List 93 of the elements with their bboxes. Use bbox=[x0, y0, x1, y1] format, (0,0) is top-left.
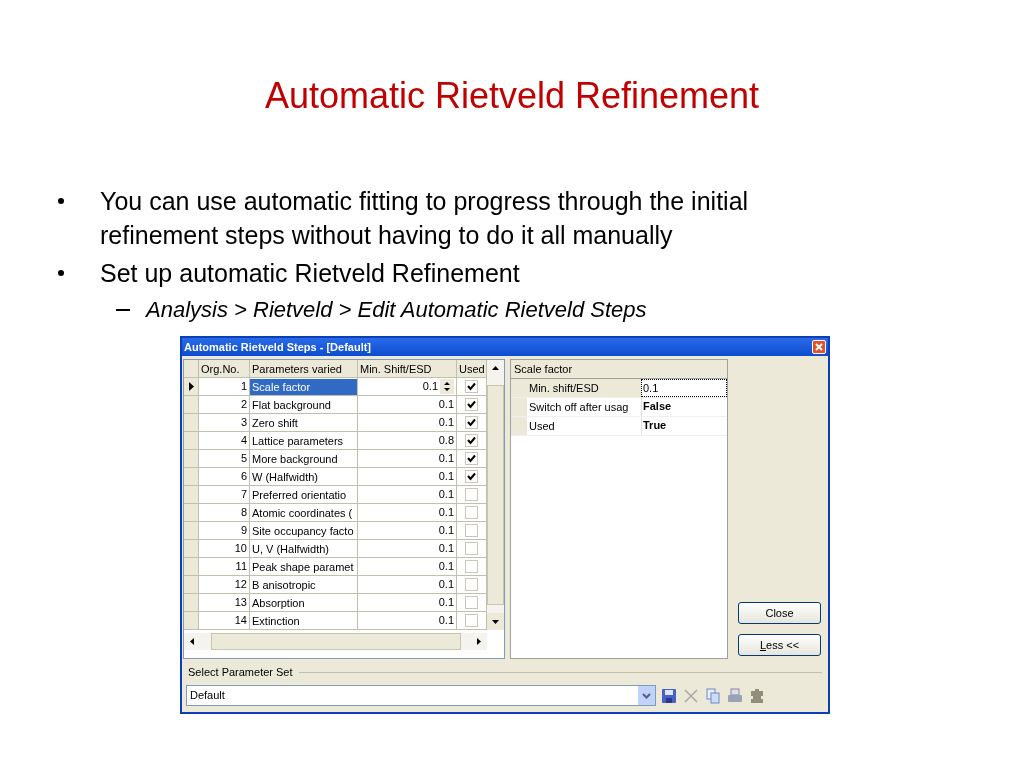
table-cell[interactable]: W (Halfwidth) bbox=[250, 468, 320, 485]
table-cell: 8 bbox=[199, 504, 250, 522]
vertical-scrollbar[interactable] bbox=[487, 360, 504, 630]
table-cell: 13 bbox=[199, 594, 250, 612]
table-cell-text: 0.1 bbox=[438, 469, 454, 484]
property-header: Scale factor bbox=[511, 360, 727, 379]
table-cell-text: 0.1 bbox=[438, 505, 454, 520]
table-cell: 3 bbox=[199, 414, 250, 432]
scroll-down-icon[interactable] bbox=[487, 613, 504, 630]
table-cell-text: 0.1 bbox=[438, 595, 454, 610]
property-value[interactable]: True bbox=[641, 417, 727, 435]
table-cell: 12 bbox=[199, 576, 250, 594]
table-cell[interactable]: More background bbox=[250, 450, 340, 467]
column-header[interactable]: Org.No. bbox=[199, 360, 250, 378]
close-button[interactable]: Close bbox=[738, 602, 821, 624]
table-cell-text: 0.1 bbox=[438, 613, 454, 628]
spin-field[interactable]: 0.1 bbox=[422, 378, 438, 395]
table-cell: 10 bbox=[199, 540, 250, 558]
checkbox[interactable] bbox=[465, 398, 478, 411]
table-cell: 2 bbox=[199, 396, 250, 414]
field-label: Select Parameter Set bbox=[188, 664, 293, 680]
row-gutter bbox=[511, 398, 527, 416]
table-cell[interactable]: Scale factor bbox=[250, 378, 357, 395]
table-cell[interactable]: Atomic coordinates ( bbox=[250, 504, 355, 521]
table-cell[interactable]: Flat background bbox=[250, 396, 333, 413]
property-name[interactable]: Min. shift/ESD bbox=[527, 379, 641, 397]
property-value[interactable]: 0.1 bbox=[641, 379, 727, 397]
checkbox[interactable] bbox=[465, 542, 478, 555]
checkbox[interactable] bbox=[465, 380, 478, 393]
puzzle-icon[interactable] bbox=[748, 686, 766, 705]
table-cell[interactable]: Zero shift bbox=[250, 414, 300, 431]
scroll-thumb[interactable] bbox=[210, 633, 461, 650]
parameter-set-dropdown[interactable]: Default bbox=[186, 685, 656, 706]
checkbox[interactable] bbox=[465, 470, 478, 483]
column-header[interactable]: Min. Shift/ESD bbox=[358, 360, 457, 378]
table-cell: 7 bbox=[199, 486, 250, 504]
checkbox[interactable] bbox=[465, 560, 478, 573]
table-cell: 4 bbox=[199, 432, 250, 450]
close-icon bbox=[815, 343, 823, 351]
checkbox[interactable] bbox=[465, 578, 478, 591]
table-cell[interactable]: Absorption bbox=[250, 594, 307, 611]
column-header[interactable]: Parameters varied bbox=[250, 360, 358, 378]
scroll-thumb[interactable] bbox=[487, 385, 504, 605]
table-cell-text: 0.1 bbox=[438, 523, 454, 538]
save-icon[interactable] bbox=[660, 686, 678, 705]
table-cell[interactable]: Site occupancy facto bbox=[250, 522, 356, 539]
table-cell-text: 0.1 bbox=[438, 541, 454, 556]
table-cell[interactable]: U, V (Halfwidth) bbox=[250, 540, 332, 557]
checkbox[interactable] bbox=[465, 596, 478, 609]
property-name[interactable]: Used bbox=[527, 417, 641, 435]
table-cell[interactable]: Extinction bbox=[250, 612, 302, 629]
bullet-text: Set up automatic Rietveld Refinement bbox=[100, 258, 520, 289]
checkbox[interactable] bbox=[465, 434, 478, 447]
table-cell-text: 0.1 bbox=[438, 559, 454, 574]
table-cell[interactable]: Lattice parameters bbox=[250, 432, 346, 449]
property-name[interactable]: Switch off after usag bbox=[527, 398, 641, 416]
bullet-icon bbox=[58, 198, 64, 204]
bullet-icon bbox=[58, 270, 64, 276]
spinner-icon[interactable] bbox=[440, 379, 454, 394]
table-cell-text: 0.1 bbox=[438, 397, 454, 412]
checkbox[interactable] bbox=[465, 614, 478, 627]
table-cell-text: 0.1 bbox=[438, 415, 454, 430]
checkbox[interactable] bbox=[465, 416, 478, 429]
window-title: Automatic Rietveld Steps - [Default] bbox=[184, 339, 372, 355]
dash-icon bbox=[116, 309, 130, 311]
table-cell: 11 bbox=[199, 558, 250, 576]
checkbox[interactable] bbox=[465, 488, 478, 501]
table-cell[interactable]: Peak shape paramet bbox=[250, 558, 356, 575]
table-cell-text: 0.1 bbox=[438, 577, 454, 592]
table-cell-text: 0.1 bbox=[438, 451, 454, 466]
less-button[interactable]: Less << bbox=[738, 634, 821, 656]
table-cell[interactable]: Preferred orientatio bbox=[250, 486, 349, 503]
row-header[interactable] bbox=[184, 378, 199, 396]
close-button[interactable] bbox=[812, 340, 826, 354]
checkbox[interactable] bbox=[465, 452, 478, 465]
menu-path-text: Analysis > Rietveld > Edit Automatic Rietveld Steps bbox=[146, 296, 647, 324]
table-cell: 14 bbox=[199, 612, 250, 630]
checkbox[interactable] bbox=[465, 524, 478, 537]
table-cell: 6 bbox=[199, 468, 250, 486]
property-value[interactable]: False bbox=[641, 398, 727, 416]
table-cell[interactable]: B anisotropic bbox=[250, 576, 318, 593]
checkbox[interactable] bbox=[465, 506, 478, 519]
slide-title: Automatic Rietveld Refinement bbox=[264, 74, 760, 118]
row-gutter bbox=[511, 379, 527, 397]
horizontal-scrollbar[interactable] bbox=[184, 633, 487, 650]
table-cell-text: 0.8 bbox=[438, 433, 454, 448]
bullet-text: You can use automatic fitting to progress through the initial refinement steps without having to do it all manually bbox=[100, 186, 750, 251]
table-cell: 5 bbox=[199, 450, 250, 468]
copy-icon[interactable] bbox=[704, 686, 722, 705]
table-cell: 9 bbox=[199, 522, 250, 540]
row-gutter bbox=[511, 417, 527, 435]
print-icon[interactable] bbox=[726, 686, 744, 705]
table-cell-text: 0.1 bbox=[438, 487, 454, 502]
